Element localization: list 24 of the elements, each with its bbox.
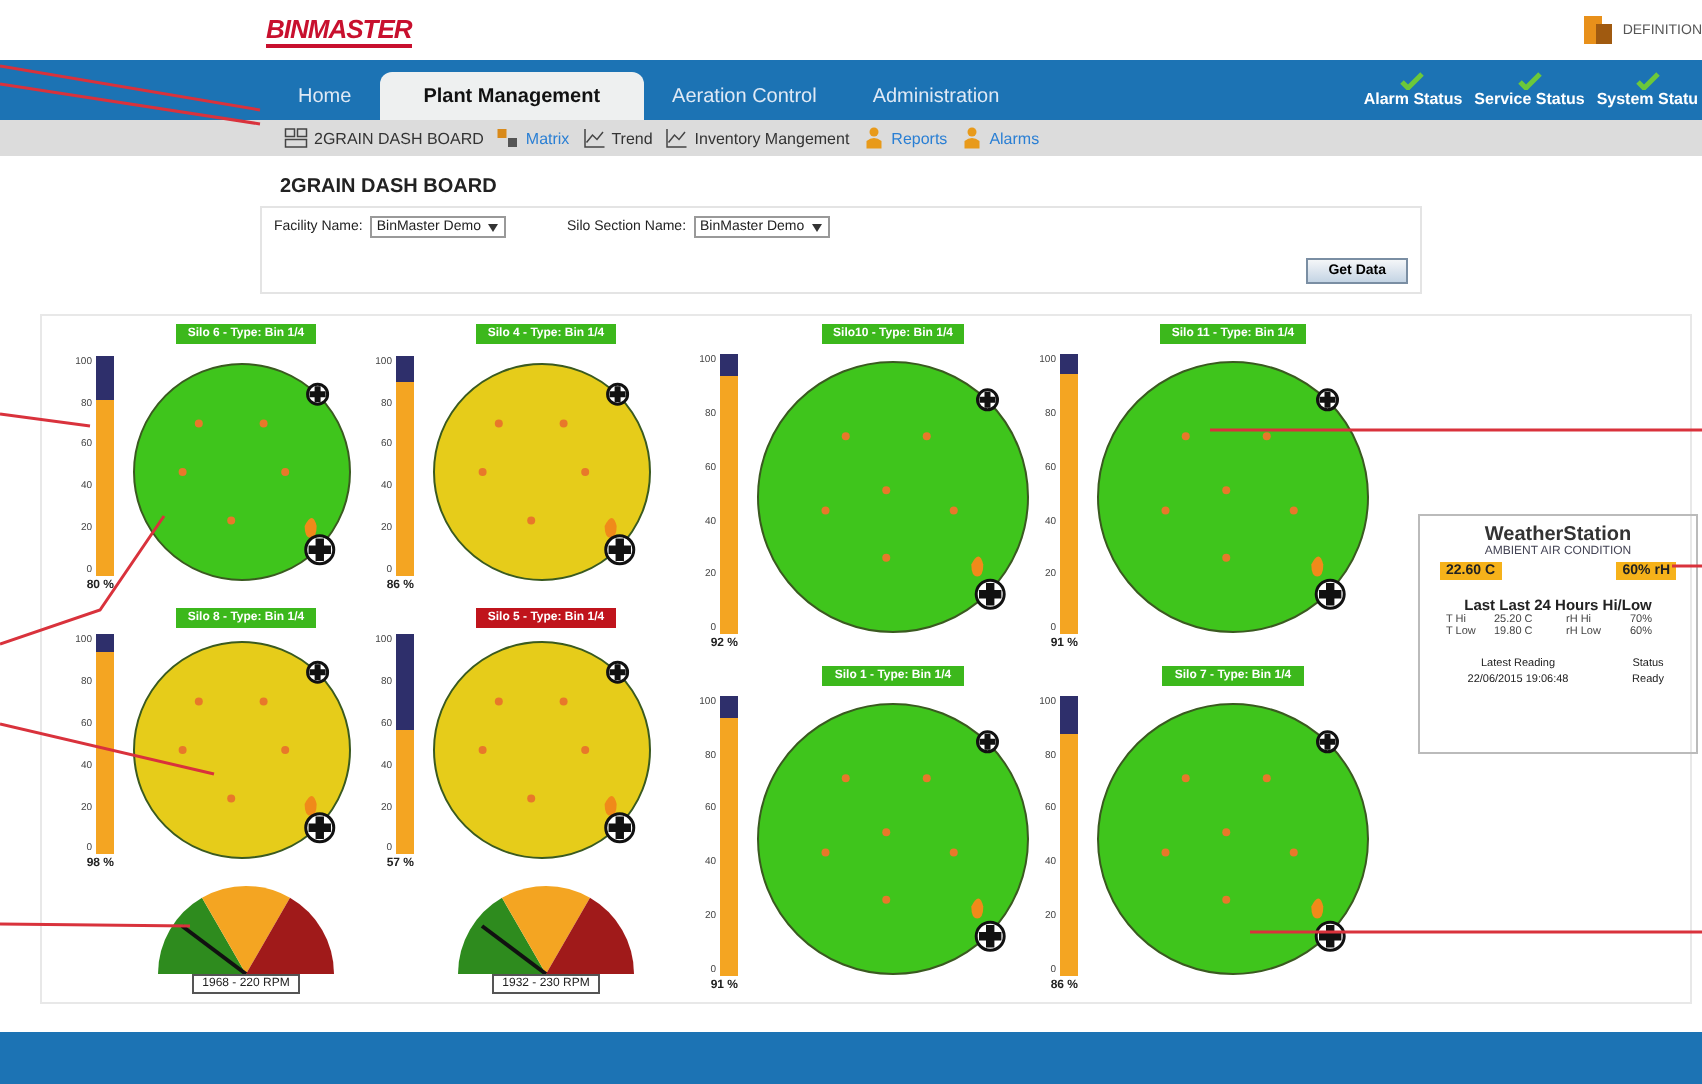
status-label: Service Status [1474,90,1585,108]
leader-line [0,412,91,428]
matrix-icon [495,126,520,150]
status-label: Alarm Status [1363,90,1463,108]
nav-tab[interactable]: Administration [844,72,1028,120]
caret-icon [486,221,501,233]
trend-icon [664,126,689,150]
subnav-link[interactable]: 2GRAIN DASH BOARD [284,126,484,150]
nav-tab[interactable]: Aeration Control [644,72,845,120]
nav-tab[interactable]: Plant Management [379,72,645,120]
leader-line [1672,564,1702,568]
trend-icon [581,126,606,150]
dashboard-icon [284,126,308,150]
subnav-link[interactable]: Inventory Mangement [664,126,850,150]
page-title: 2GRAIN DASH BOARD [280,176,499,198]
logo: BINMASTER [266,13,412,47]
weather-title: WeatherStation [1484,524,1632,546]
caret-icon [810,221,825,233]
subnav-link[interactable]: Trend [581,126,653,150]
brand-icon [1582,14,1615,46]
status-label: System Statu [1596,90,1698,108]
person-icon [959,126,984,150]
nav-tab[interactable]: Home [270,72,380,120]
person-icon [861,126,886,150]
